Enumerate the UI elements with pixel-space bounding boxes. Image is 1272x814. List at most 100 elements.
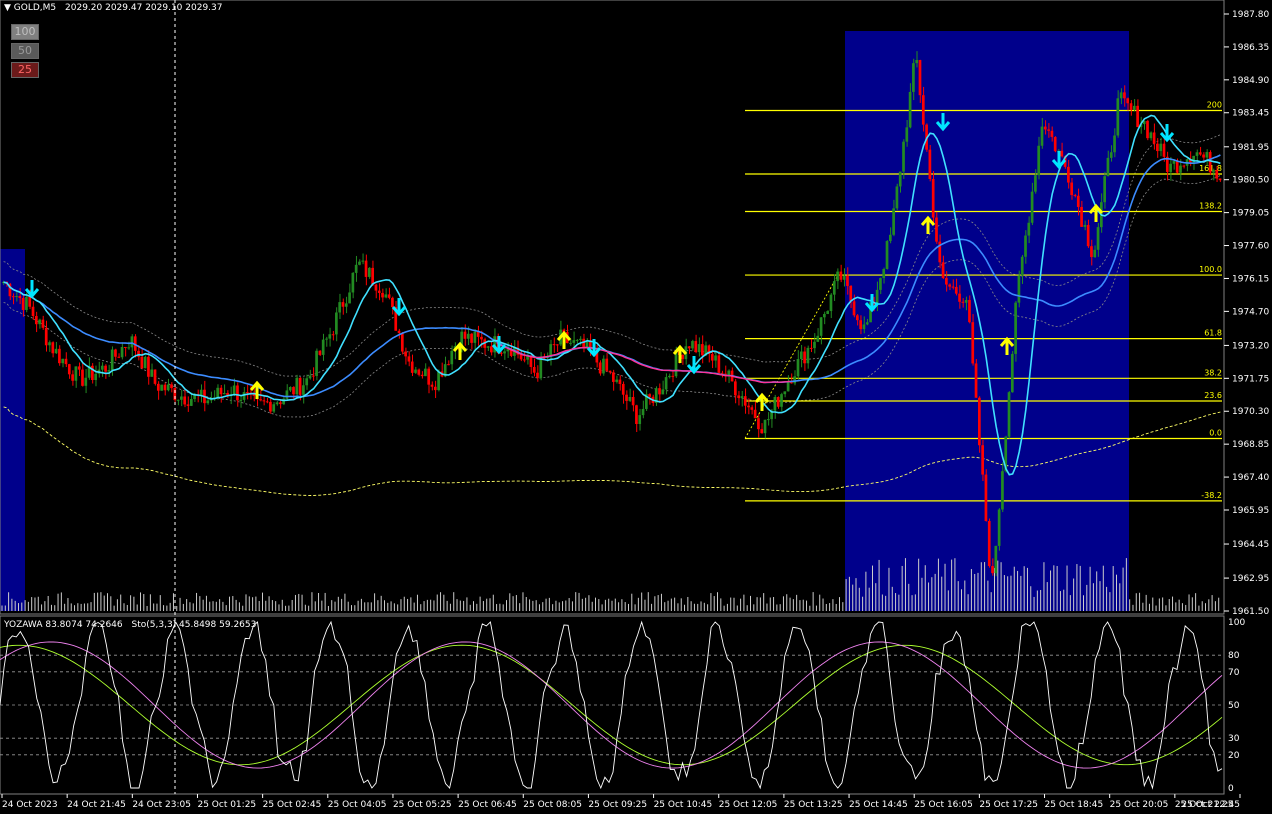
candle-body — [865, 322, 869, 325]
candle-body — [1043, 126, 1047, 130]
time-axis-label: 25 Oct 12:05 — [719, 800, 778, 810]
candle-body — [242, 392, 246, 400]
candle-body — [466, 333, 470, 339]
candle-body — [671, 375, 675, 377]
candle-body — [974, 363, 978, 398]
candle-body — [1212, 170, 1215, 173]
candle-body — [407, 356, 411, 362]
candle-body — [377, 290, 381, 293]
candle-body — [120, 347, 124, 358]
candle-body — [239, 399, 243, 401]
fib-anchor-line — [744, 274, 839, 439]
candle-body — [371, 267, 374, 285]
candle-body — [1106, 157, 1110, 177]
time-axis[interactable]: 24 Oct 2023 24 Oct 21:45 24 Oct 23:05 25 Oc… — [1, 794, 1241, 810]
stoch-axis-label: 30 — [1228, 734, 1240, 744]
candle-body — [183, 396, 187, 405]
candle-body — [819, 317, 823, 336]
candle-body — [747, 405, 750, 408]
candle-body — [311, 375, 315, 377]
candle-body — [786, 381, 790, 392]
candle-body — [51, 342, 55, 354]
time-axis-label: 25 Oct 17:25 — [979, 800, 1038, 810]
candle-body — [298, 377, 302, 395]
candle-body — [618, 379, 622, 384]
candle-body — [278, 402, 282, 405]
candle-body — [143, 356, 147, 369]
candle-body — [486, 346, 490, 348]
candle-body — [25, 296, 28, 310]
indicator-header: YOZAWA 83.8074 74.2646 Sto(5,3,3) 45.849… — [4, 620, 262, 630]
candle-body — [862, 324, 866, 330]
candle-body — [246, 392, 249, 394]
dropdown-triangle-icon[interactable]: ▼ — [4, 3, 11, 13]
candle-body — [664, 377, 668, 390]
candle-body — [186, 404, 190, 406]
candle-body — [987, 520, 991, 567]
candle-body — [918, 60, 922, 96]
zoom-button-25[interactable]: 25 — [11, 62, 39, 78]
candle-body — [31, 306, 35, 317]
candle-body — [740, 396, 744, 398]
price-axis-label: 1983.45 — [1232, 109, 1269, 119]
candle-body — [348, 292, 351, 304]
candle-body — [1182, 165, 1186, 167]
candle-body — [64, 358, 68, 365]
time-axis-label: 25 Oct 08:05 — [523, 800, 582, 810]
candle-body — [48, 342, 51, 346]
candle-body — [404, 351, 407, 357]
candle-body — [1103, 176, 1106, 203]
candle-body — [898, 171, 902, 187]
candle-body — [796, 359, 800, 377]
candle-body — [199, 389, 203, 396]
time-axis-label: 25 Oct 18:45 — [1045, 800, 1104, 810]
time-axis-label: 25 Oct 05:25 — [393, 800, 452, 810]
candle-body — [1070, 182, 1074, 196]
candle-body — [216, 387, 220, 398]
candle-body — [991, 566, 994, 574]
chart-canvas[interactable]: 200161.8138.2100.061.838.223.60.0-38.2 1… — [0, 0, 1272, 814]
candle-body — [400, 333, 404, 352]
candle-body — [222, 393, 226, 395]
candle-body — [997, 509, 1001, 546]
candle-body — [536, 372, 539, 378]
time-axis-label: 24 Oct 2023 — [2, 800, 58, 810]
candle-body — [885, 241, 889, 269]
candle-body — [21, 297, 25, 310]
candle-body — [842, 275, 846, 280]
stoch-axis-label: 0 — [1228, 784, 1234, 794]
candle-body — [832, 281, 836, 295]
price-axis-label: 1971.75 — [1232, 374, 1269, 384]
candle-body — [737, 395, 740, 398]
time-axis-label: 25 Oct 20:05 — [1110, 800, 1169, 810]
zoom-button-100[interactable]: 100 — [11, 24, 39, 40]
candle-body — [1205, 152, 1209, 158]
candle-body — [971, 322, 975, 364]
stochastic-panel[interactable]: 100 80 70 50 30 20 0 — [0, 618, 1245, 794]
price-axis-label: 1980.50 — [1232, 176, 1269, 186]
candle-body — [114, 349, 117, 357]
candle-body — [799, 351, 803, 360]
candle-body — [608, 370, 612, 373]
candle-body — [34, 316, 38, 325]
candle-body — [318, 350, 322, 355]
candle-body — [648, 394, 651, 397]
price-axis-label: 1984.90 — [1232, 76, 1269, 86]
candle-body — [694, 341, 698, 353]
candle-body — [341, 302, 345, 307]
candle-body — [552, 344, 556, 346]
candle-body — [354, 264, 358, 273]
candle-body — [978, 397, 981, 446]
fib-label: 0.0 — [1209, 428, 1222, 437]
zoom-button-50[interactable]: 50 — [11, 43, 39, 59]
candle-body — [994, 545, 998, 574]
price-axis[interactable]: 1987.80 1986.35 1984.90 1983.45 1981.95 1980.… — [1224, 10, 1269, 617]
candle-body — [1123, 92, 1126, 99]
candle-body — [110, 349, 114, 371]
candle-body — [915, 60, 919, 64]
time-axis-label: 25 Oct 06:45 — [458, 800, 517, 810]
candle-body — [961, 301, 965, 303]
candle-body — [945, 278, 948, 285]
candle-body — [374, 284, 378, 291]
candle-body — [232, 385, 236, 395]
